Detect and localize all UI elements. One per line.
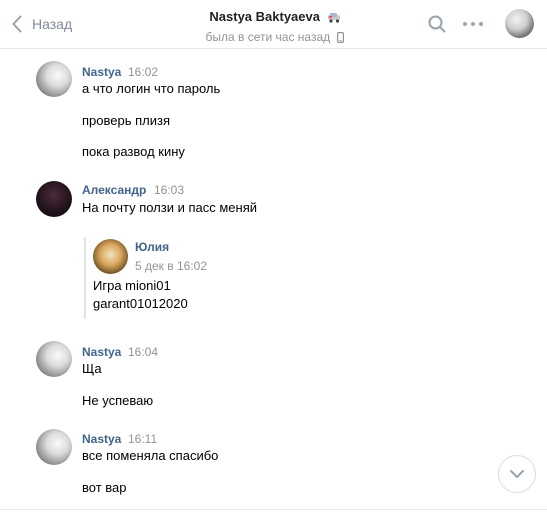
forwarded-message-text: garant01012020: [93, 296, 188, 311]
message-text: Ща: [82, 361, 102, 376]
message-text: вот вар: [82, 480, 127, 495]
message-text: На почту ползи и пасс меняй: [82, 200, 258, 215]
message-time[interactable]: 16:11: [128, 432, 157, 446]
forwarded-message-bar: [84, 237, 86, 319]
message-time[interactable]: 16:02: [128, 65, 158, 79]
divider: [0, 509, 547, 510]
car-emoji-icon: [327, 11, 341, 27]
chevron-down-icon: [510, 470, 524, 478]
forwarded-author-name[interactable]: Юлия: [135, 240, 169, 254]
online-status: была в сети час назад: [205, 30, 331, 44]
message-text: а что логин что пароль: [82, 81, 221, 96]
chat-avatar[interactable]: [505, 9, 534, 38]
message-text: проверь плизя: [82, 113, 170, 128]
mobile-phone-icon: [337, 31, 345, 47]
author-name[interactable]: Nastya: [82, 65, 121, 79]
forwarded-author-avatar[interactable]: [93, 239, 128, 274]
scroll-to-bottom-button[interactable]: [498, 455, 536, 493]
search-icon[interactable]: [428, 15, 446, 38]
back-button[interactable]: Назад: [12, 13, 72, 35]
forwarded-message-date[interactable]: 5 дек в 16:02: [135, 259, 207, 273]
message-text: Не успеваю: [82, 393, 154, 408]
message-text: пока развод кину: [82, 144, 185, 159]
author-name[interactable]: Nastya: [82, 345, 121, 359]
author-avatar[interactable]: [36, 181, 72, 217]
message-time[interactable]: 16:03: [154, 183, 184, 197]
author-avatar[interactable]: [36, 341, 72, 377]
chat-header: Назад Nastya Baktyaeva была в сети час н…: [0, 0, 547, 49]
forwarded-message-text: Игра mioni01: [93, 278, 171, 293]
chat-title: Nastya Baktyaeva: [209, 9, 320, 24]
back-label: Назад: [32, 16, 73, 32]
author-avatar[interactable]: [36, 429, 72, 465]
author-name[interactable]: Nastya: [82, 432, 121, 446]
chevron-left-icon: [12, 15, 22, 33]
message-time[interactable]: 16:04: [128, 345, 158, 359]
message-text: все поменяла спасибо: [82, 448, 219, 463]
author-name[interactable]: Александр: [82, 183, 146, 197]
chat-title-block[interactable]: Nastya Baktyaeva была в сети час назад: [150, 9, 400, 47]
author-avatar[interactable]: [36, 61, 72, 97]
more-options-icon[interactable]: [462, 15, 484, 38]
